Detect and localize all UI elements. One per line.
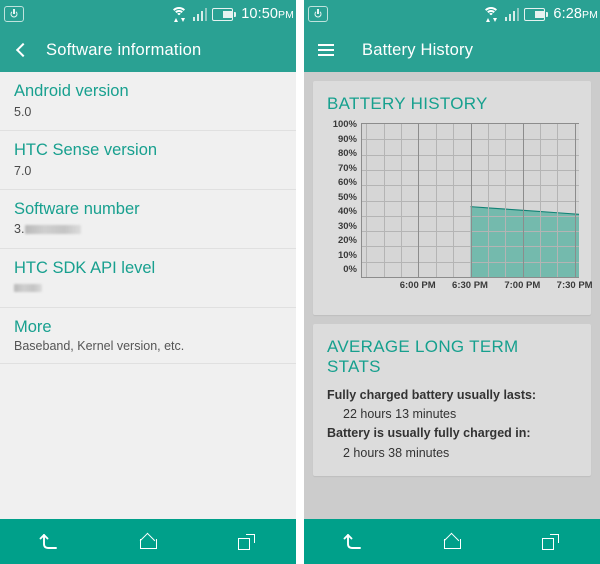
- wifi-icon: [482, 6, 500, 22]
- right-phone-screen: 6:28PM Battery History BATTERY HISTORY 1…: [304, 0, 600, 564]
- list-item-subtitle: Baseband, Kernel version, etc.: [14, 339, 185, 354]
- chart-gridline-v: [453, 124, 455, 277]
- back-chevron-icon[interactable]: [0, 28, 42, 72]
- list-item-value: 5.0: [14, 104, 32, 119]
- x-tick-label: 7:30 PM: [556, 280, 593, 291]
- chart-gridline-v-major: [574, 124, 576, 277]
- battery-history-content: BATTERY HISTORY 100% 90% 80% 70% 60% 50%…: [304, 72, 600, 519]
- stat-label: Fully charged battery usually lasts:: [327, 388, 537, 402]
- card-title: AVERAGE LONG TERM STATS: [327, 337, 519, 376]
- left-navigation-bar: [0, 519, 296, 564]
- list-item-label: Software number: [14, 199, 140, 218]
- chart-gridline-v: [539, 124, 541, 277]
- redacted-value-bar: [14, 283, 42, 292]
- stats-list: Fully charged battery usually lasts: 22 …: [313, 386, 591, 476]
- chart-gridline-v: [487, 124, 489, 277]
- cellular-signal-icon: [192, 7, 208, 21]
- left-status-bar: 10:50PM: [0, 0, 296, 28]
- software-information-list: Android version 5.0 HTC Sense version 7.…: [0, 72, 296, 519]
- home-icon[interactable]: [424, 519, 480, 564]
- y-tick-label: 20%: [337, 235, 357, 247]
- chart-gridline-v: [557, 124, 559, 277]
- power-standby-icon: [4, 6, 24, 22]
- list-item-label: HTC Sense version: [14, 140, 158, 159]
- y-axis-labels: 100% 90% 80% 70% 60% 50% 40% 30% 20% 10%…: [321, 119, 357, 278]
- back-arrow-icon[interactable]: [21, 519, 77, 564]
- y-tick-label: 50%: [337, 191, 357, 203]
- list-item-label: HTC SDK API level: [14, 258, 156, 277]
- right-navigation-bar: [304, 519, 600, 564]
- chart-plot-area: [361, 123, 579, 278]
- stat-label: Battery is usually fully charged in:: [327, 426, 531, 441]
- stat-value: 2 hours 38 minutes: [343, 445, 450, 460]
- left-phone-screen: 10:50PM Software information Android ver…: [0, 0, 296, 564]
- chart-container: 100% 90% 80% 70% 60% 50% 40% 30% 20% 10%…: [313, 119, 593, 303]
- list-item-value: 3.: [14, 221, 282, 237]
- chart-gridline-v: [505, 124, 507, 277]
- right-status-indicators: 6:28PM: [482, 0, 598, 28]
- home-icon[interactable]: [120, 519, 176, 564]
- clock-ampm: PM: [582, 9, 598, 21]
- chart-gridline-v: [383, 124, 385, 277]
- y-tick-label: 40%: [337, 206, 357, 218]
- redacted-value-bar: [25, 224, 82, 234]
- y-tick-label: 100%: [332, 119, 357, 130]
- status-bar-clock: 6:28PM: [553, 6, 598, 22]
- page-title: Software information: [46, 40, 202, 59]
- clock-ampm: PM: [278, 9, 294, 21]
- list-item-htc-sense-version[interactable]: HTC Sense version 7.0: [0, 131, 296, 190]
- right-app-bar: Battery History: [304, 28, 600, 72]
- y-tick-label: 70%: [337, 162, 357, 174]
- battery-icon: [212, 7, 237, 21]
- chart-gridline-v-major: [418, 124, 420, 277]
- battery-history-chart: 100% 90% 80% 70% 60% 50% 40% 30% 20% 10%…: [321, 119, 593, 303]
- x-tick-label: 6:00 PM: [399, 280, 436, 291]
- list-item-label: More: [14, 317, 52, 336]
- y-tick-label: 0%: [343, 264, 357, 276]
- left-app-bar: Software information: [0, 28, 296, 72]
- left-status-indicators: 10:50PM: [170, 0, 294, 28]
- dual-screenshot-container: 10:50PM Software information Android ver…: [0, 0, 600, 564]
- power-standby-icon: [308, 6, 328, 22]
- list-item-software-number[interactable]: Software number 3.: [0, 190, 296, 249]
- right-status-bar: 6:28PM: [304, 0, 600, 28]
- y-tick-label: 80%: [337, 148, 357, 160]
- battery-history-card: BATTERY HISTORY 100% 90% 80% 70% 60% 50%…: [313, 81, 593, 315]
- clock-time: 10:50: [241, 6, 279, 22]
- chart-gridline-v-major: [470, 124, 472, 277]
- list-item-android-version[interactable]: Android version 5.0: [0, 72, 296, 131]
- screen-divider: [296, 0, 304, 564]
- battery-icon: [524, 7, 549, 21]
- y-tick-label: 60%: [337, 177, 357, 189]
- y-tick-label: 30%: [337, 220, 357, 232]
- list-item-value: 7.0: [14, 163, 32, 178]
- card-title: BATTERY HISTORY: [327, 94, 488, 113]
- chart-gridline-v: [435, 124, 437, 277]
- hamburger-menu-icon[interactable]: [304, 28, 348, 72]
- x-axis-labels: 6:00 PM 6:30 PM 7:00 PM 7:30 PM: [361, 280, 593, 296]
- chart-gridline-v-major: [522, 124, 524, 277]
- average-long-term-stats-card: AVERAGE LONG TERM STATS Fully charged ba…: [313, 324, 591, 477]
- chart-gridline-v: [366, 124, 368, 277]
- x-tick-label: 6:30 PM: [452, 280, 488, 291]
- y-tick-label: 90%: [337, 133, 357, 145]
- chart-gridline-v: [401, 124, 403, 277]
- stat-value: 22 hours 13 minutes: [343, 407, 457, 422]
- y-tick-label: 10%: [337, 249, 357, 261]
- status-bar-clock: 10:50PM: [241, 6, 294, 22]
- software-number-prefix: 3.: [14, 222, 25, 237]
- cellular-signal-icon: [504, 7, 520, 21]
- recent-apps-icon[interactable]: [219, 519, 275, 564]
- list-item-more[interactable]: More Baseband, Kernel version, etc.: [0, 308, 296, 365]
- back-arrow-icon[interactable]: [325, 519, 381, 564]
- list-item-htc-sdk-api-level[interactable]: HTC SDK API level: [0, 249, 296, 308]
- x-tick-label: 7:00 PM: [504, 280, 541, 291]
- page-title: Battery History: [362, 40, 474, 59]
- list-item-value: [14, 280, 282, 296]
- list-item-label: Android version: [14, 82, 129, 100]
- wifi-icon: [170, 6, 188, 22]
- clock-time: 6:28: [553, 6, 583, 22]
- recent-apps-icon[interactable]: [523, 519, 579, 564]
